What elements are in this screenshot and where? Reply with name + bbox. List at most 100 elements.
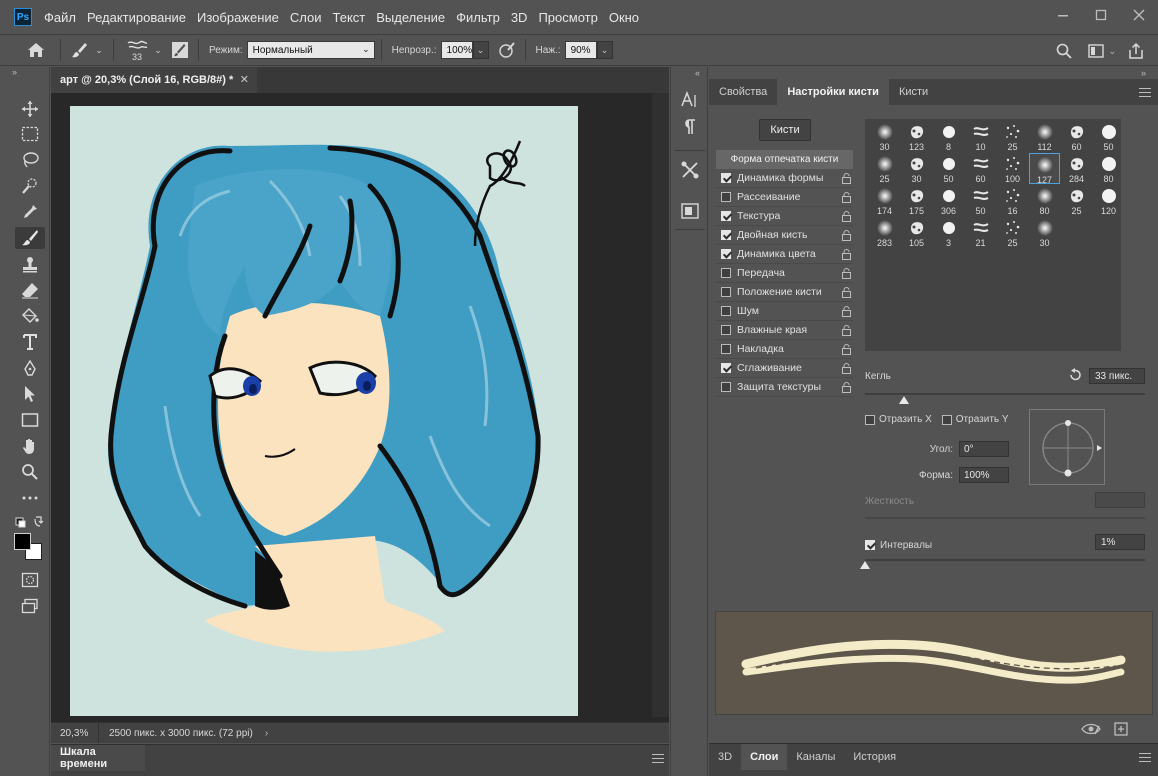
foreground-color-swatch[interactable] xyxy=(14,533,31,550)
brush-tip[interactable]: 175 xyxy=(901,185,932,216)
more-tools-icon[interactable] xyxy=(15,487,45,509)
tab-channels[interactable]: Каналы xyxy=(787,744,844,770)
pressure-field[interactable]: 90% xyxy=(564,41,597,59)
panel-collapse-icon[interactable]: » xyxy=(1141,68,1146,78)
lasso-tool-icon[interactable] xyxy=(15,149,45,171)
eraser-tool-icon[interactable] xyxy=(15,279,45,301)
size-field[interactable]: 33 пикс. xyxy=(1089,368,1145,384)
spacing-checkbox[interactable] xyxy=(865,540,875,550)
brush-tip[interactable]: 50 xyxy=(1093,121,1124,152)
brush-preset-dropdown[interactable]: ⌄ xyxy=(91,41,107,59)
brush-property-row[interactable]: Текстура xyxy=(716,207,853,226)
pressure-opacity-icon[interactable] xyxy=(495,38,519,62)
tab-brushes[interactable]: Кисти xyxy=(889,79,938,105)
menu-view[interactable]: Просмотр xyxy=(538,10,597,25)
brush-preset-icon[interactable] xyxy=(67,38,91,62)
lock-icon[interactable] xyxy=(842,230,851,241)
brush-property-row[interactable]: Защита текстуры xyxy=(716,378,853,397)
mode-select[interactable]: Нормальный ⌄ xyxy=(246,41,375,59)
brush-tip[interactable]: 105 xyxy=(901,217,932,248)
brush-property-row[interactable]: Положение кисти xyxy=(716,283,853,302)
flip-x-checkbox[interactable] xyxy=(865,414,875,425)
menu-image[interactable]: Изображение xyxy=(197,10,279,25)
brush-tip[interactable]: 80 xyxy=(1029,185,1060,216)
brush-property-row[interactable]: Влажные края xyxy=(716,321,853,340)
brush-tip[interactable]: 283 xyxy=(869,217,900,248)
lock-icon[interactable] xyxy=(842,192,851,203)
menu-select[interactable]: Выделение xyxy=(376,10,445,25)
angle-roundness-widget[interactable] xyxy=(1029,409,1105,485)
share-icon[interactable] xyxy=(1124,39,1148,63)
brush-property-row[interactable]: Динамика формы xyxy=(716,169,853,188)
brush-tip[interactable]: 3 xyxy=(933,217,964,248)
property-checkbox[interactable] xyxy=(721,287,731,297)
quick-select-tool-icon[interactable] xyxy=(15,175,45,197)
brush-tip[interactable]: 127 xyxy=(1029,153,1060,185)
property-checkbox[interactable] xyxy=(721,249,731,259)
brushes-button[interactable]: Кисти xyxy=(759,119,811,141)
brush-tool-icon[interactable] xyxy=(15,227,45,249)
property-checkbox[interactable] xyxy=(721,325,731,335)
foreground-background-colors[interactable] xyxy=(14,533,44,561)
new-brush-icon[interactable] xyxy=(1114,722,1128,739)
brush-property-row[interactable]: Динамика цвета xyxy=(716,245,853,264)
property-checkbox[interactable] xyxy=(721,268,731,278)
size-slider-handle[interactable] xyxy=(899,396,910,404)
property-checkbox[interactable] xyxy=(721,173,731,183)
hand-tool-icon[interactable] xyxy=(15,435,45,457)
brush-tip[interactable]: 25 xyxy=(997,217,1028,248)
home-icon[interactable] xyxy=(24,38,48,62)
menu-window[interactable]: Окно xyxy=(609,10,639,25)
brush-tip[interactable]: 60 xyxy=(965,153,996,184)
property-checkbox[interactable] xyxy=(721,211,731,221)
reset-size-icon[interactable] xyxy=(1068,368,1082,385)
brush-tip-shape-header[interactable]: Форма отпечатка кисти xyxy=(716,150,853,169)
toolbar-collapse-icon[interactable]: » xyxy=(12,67,17,77)
lock-icon[interactable] xyxy=(842,344,851,355)
menu-3d[interactable]: 3D xyxy=(511,10,528,25)
brush-tip[interactable]: 25 xyxy=(997,121,1028,152)
default-colors-icon[interactable] xyxy=(13,511,47,533)
tab-properties[interactable]: Свойства xyxy=(709,79,777,105)
zoom-tool-icon[interactable] xyxy=(15,461,45,483)
character-panel-icon[interactable] xyxy=(677,89,703,111)
tab-history[interactable]: История xyxy=(844,744,905,770)
screen-mode-icon[interactable] xyxy=(15,595,45,617)
pen-tool-icon[interactable] xyxy=(15,357,45,379)
opacity-field[interactable]: 100% xyxy=(440,41,473,59)
lock-icon[interactable] xyxy=(842,211,851,222)
property-checkbox[interactable] xyxy=(721,306,731,316)
brush-tip[interactable]: 30 xyxy=(901,153,932,184)
property-checkbox[interactable] xyxy=(721,230,731,240)
brush-tip[interactable]: 50 xyxy=(933,153,964,184)
brush-tip[interactable]: 30 xyxy=(1029,217,1060,248)
stamp-tool-icon[interactable] xyxy=(15,254,45,276)
brush-settings-panel-icon[interactable] xyxy=(677,159,703,181)
brush-property-row[interactable]: Сглаживание xyxy=(716,359,853,378)
pressure-dropdown[interactable]: ⌄ xyxy=(596,41,613,59)
tab-layers[interactable]: Слои xyxy=(741,744,788,770)
brush-tip[interactable]: 112 xyxy=(1029,121,1060,152)
spacing-field[interactable]: 1% xyxy=(1095,534,1145,550)
brush-size-picker[interactable]: 33 xyxy=(124,39,150,62)
menu-edit[interactable]: Редактирование xyxy=(87,10,186,25)
property-checkbox[interactable] xyxy=(721,344,731,354)
lock-icon[interactable] xyxy=(842,287,851,298)
brush-tip[interactable]: 284 xyxy=(1061,153,1092,184)
brush-tip[interactable]: 120 xyxy=(1093,185,1124,216)
document-tab[interactable]: арт @ 20,3% (Слой 16, RGB/8#) * ✕ xyxy=(51,67,257,93)
brush-tip[interactable]: 50 xyxy=(965,185,996,216)
brush-property-row[interactable]: Передача xyxy=(716,264,853,283)
paragraph-panel-icon[interactable] xyxy=(677,116,703,138)
move-tool-icon[interactable] xyxy=(15,98,45,120)
status-menu-icon[interactable]: › xyxy=(265,728,268,739)
property-checkbox[interactable] xyxy=(721,363,731,373)
menu-file[interactable]: Файл xyxy=(44,10,76,25)
dock-collapse-icon[interactable]: « xyxy=(695,68,700,78)
zoom-level[interactable]: 20,3% xyxy=(51,723,99,743)
minimize-icon[interactable] xyxy=(1044,0,1082,30)
toggle-preview-icon[interactable] xyxy=(1081,722,1101,739)
layers-panel-menu-icon[interactable] xyxy=(1139,753,1151,762)
spacing-slider-handle[interactable] xyxy=(860,561,870,569)
lock-icon[interactable] xyxy=(842,249,851,260)
